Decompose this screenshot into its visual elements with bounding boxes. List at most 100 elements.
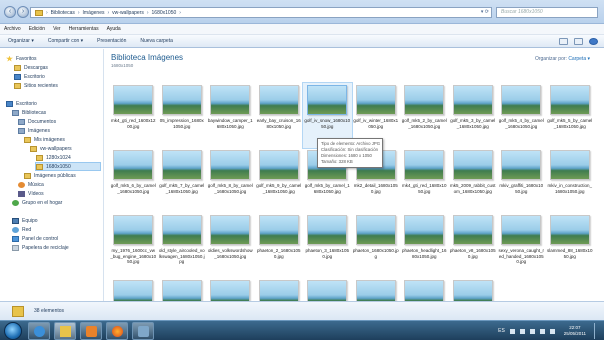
help-icon[interactable] — [589, 38, 598, 45]
sidebar-item-sitios-recientes[interactable]: Sitios recientes — [14, 81, 58, 90]
address-bar[interactable]: › Bibliotecas › Imágenes › vw-wallpapers… — [30, 7, 492, 18]
clock[interactable]: 22:07 25/05/2011 — [564, 325, 586, 337]
image-thumbnail[interactable] — [404, 215, 445, 245]
slideshow-button[interactable]: Presentación — [97, 38, 126, 44]
file-tile[interactable] — [206, 278, 255, 301]
file-tile[interactable]: golf_mk5_5_by_camel_1680x1050.jpg — [546, 83, 595, 148]
menu-archivo[interactable]: Archivo — [4, 26, 21, 32]
image-thumbnail[interactable] — [258, 280, 299, 301]
forward-button[interactable]: › — [17, 6, 29, 18]
network-tray-icon[interactable] — [529, 328, 535, 334]
taskbar-firefox-button[interactable] — [106, 322, 128, 340]
file-tile[interactable]: golf_mk5_9_by_camel_1680x1050.jpg — [255, 148, 304, 213]
breadcrumb-bibliotecas[interactable]: Bibliotecas — [51, 10, 75, 16]
sidebar-item-escritorio[interactable]: Escritorio — [6, 99, 37, 108]
file-tile[interactable]: sexy_verona_caught_red_handed_1680x1050.… — [497, 213, 546, 278]
file-tile[interactable]: 05_impression_1680x1050.jpg — [158, 83, 207, 148]
menu-ver[interactable]: Ver — [53, 26, 61, 32]
arrange-by-value[interactable]: Carpeta ▾ — [568, 56, 590, 62]
sidebar-item-red[interactable]: Red — [12, 225, 31, 234]
image-thumbnail[interactable] — [549, 215, 590, 245]
new-folder-button[interactable]: Nueva carpeta — [140, 38, 173, 44]
image-thumbnail[interactable] — [404, 85, 445, 115]
sidebar-item-bibliotecas[interactable]: Bibliotecas — [12, 108, 46, 117]
taskbar-ie-button[interactable] — [28, 322, 50, 340]
image-thumbnail[interactable] — [113, 280, 154, 301]
image-thumbnail[interactable] — [307, 85, 348, 115]
file-tile[interactable]: golf_mk5_8_by_camel_1680x1050.jpg — [206, 148, 255, 213]
file-tile[interactable]: mk4_gti_red_1680x1050.jpg — [400, 148, 449, 213]
image-thumbnail[interactable] — [355, 85, 396, 115]
sidebar-item-grupo-hogar[interactable]: Grupo en el hogar — [12, 198, 62, 207]
organize-button[interactable]: Organizar ▾ — [8, 38, 34, 44]
tray-expand-icon[interactable] — [509, 328, 515, 334]
sidebar-item-descargas[interactable]: Descargas — [14, 63, 48, 72]
file-tile[interactable]: early_bay_cruison_1680x1050.jpg — [255, 83, 304, 148]
power-icon[interactable] — [549, 328, 555, 334]
sidebar-item-imagenes-publicas[interactable]: Imágenes públicas — [24, 171, 76, 180]
sidebar-item-favoritos[interactable]: Favoritos — [6, 54, 37, 63]
file-tile[interactable]: old_style_aircooled_volkswagen_1680x1050… — [158, 213, 207, 278]
sidebar-item-imagenes[interactable]: Imágenes — [18, 126, 50, 135]
file-tile[interactable]: golf_mk5_7_by_camel_1680x1050.jpg — [158, 148, 207, 213]
file-tile[interactable]: phaeton_3_1680x1050.jpg — [303, 213, 352, 278]
image-thumbnail[interactable] — [210, 215, 251, 245]
menu-ayuda[interactable]: Ayuda — [107, 26, 121, 32]
file-tile[interactable] — [255, 278, 304, 301]
file-tile[interactable] — [303, 278, 352, 301]
flag-icon[interactable] — [519, 328, 525, 334]
image-thumbnail[interactable] — [210, 150, 251, 180]
preview-pane-icon[interactable] — [574, 38, 583, 45]
image-thumbnail[interactable] — [404, 150, 445, 180]
show-desktop-button[interactable] — [594, 323, 600, 339]
sidebar-item-musica[interactable]: Música — [18, 180, 44, 189]
file-tile[interactable] — [158, 278, 207, 301]
image-thumbnail[interactable] — [113, 85, 154, 115]
image-thumbnail[interactable] — [501, 85, 542, 115]
file-tile[interactable]: golf_mk5_3_by_camel_1680x1050.jpg — [449, 83, 498, 148]
breadcrumb-vw-wallpapers[interactable]: vw-wallpapers — [112, 10, 144, 16]
share-button[interactable]: Compartir con ▾ — [48, 38, 83, 44]
view-options-icon[interactable] — [559, 38, 568, 45]
file-tile[interactable]: mk4_gti_red_1600x1200.jpg — [109, 83, 158, 148]
image-thumbnail[interactable] — [210, 85, 251, 115]
breadcrumb-1680x1050[interactable]: 1680x1050 — [152, 10, 177, 16]
menu-edicion[interactable]: Edición — [29, 26, 45, 32]
start-button[interactable] — [4, 322, 22, 340]
image-thumbnail[interactable] — [161, 215, 202, 245]
file-tile[interactable]: golf_mk5_4_by_camel_1680x1050.jpg — [497, 83, 546, 148]
sidebar-item-panel-control[interactable]: Panel de control — [12, 234, 58, 243]
file-tile[interactable]: phaeton_1680x1050.jpg — [352, 213, 401, 278]
image-thumbnail[interactable] — [307, 215, 348, 245]
sidebar-item-1680x1050[interactable]: 1680x1050 — [35, 162, 101, 171]
image-thumbnail[interactable] — [549, 85, 590, 115]
image-thumbnail[interactable] — [452, 85, 493, 115]
refresh-icon[interactable]: ▾ ⟳ — [481, 9, 489, 15]
sidebar-item-mis-imagenes[interactable]: Mis imágenes — [24, 135, 65, 144]
image-thumbnail[interactable] — [452, 215, 493, 245]
volume-icon[interactable] — [539, 328, 545, 334]
file-tile[interactable] — [400, 278, 449, 301]
taskbar-media-player-button[interactable] — [80, 322, 102, 340]
image-thumbnail[interactable] — [113, 215, 154, 245]
file-tile[interactable]: slammed_88_1680x1050.jpg — [546, 213, 595, 278]
file-tile[interactable]: golf_mk5_2_by_camel_1680x1050.jpg — [400, 83, 449, 148]
sidebar-item-papelera[interactable]: Papelera de reciclaje — [12, 243, 69, 252]
sidebar-item-vw-wallpapers[interactable]: vw-wallpapers — [30, 144, 72, 153]
image-thumbnail[interactable] — [161, 280, 202, 301]
sidebar-item-documentos[interactable]: Documentos — [18, 117, 56, 126]
file-tile[interactable]: golf_mk5_6_by_camel_1680x1050.jpg — [109, 148, 158, 213]
taskbar-explorer-button[interactable] — [54, 322, 76, 340]
image-thumbnail[interactable] — [258, 150, 299, 180]
image-thumbnail[interactable] — [258, 215, 299, 245]
image-thumbnail[interactable] — [307, 280, 348, 301]
search-input[interactable]: Buscar 1680x1050 — [496, 7, 598, 18]
sidebar-item-equipo[interactable]: Equipo — [12, 216, 38, 225]
file-tile[interactable] — [109, 278, 158, 301]
image-thumbnail[interactable] — [210, 280, 251, 301]
breadcrumb-imagenes[interactable]: Imágenes — [83, 10, 105, 16]
image-thumbnail[interactable] — [258, 85, 299, 115]
image-thumbnail[interactable] — [452, 280, 493, 301]
file-tile[interactable]: my_1976_1600cc_vw_bug_engine_1680x1050.j… — [109, 213, 158, 278]
image-thumbnail[interactable] — [549, 150, 590, 180]
